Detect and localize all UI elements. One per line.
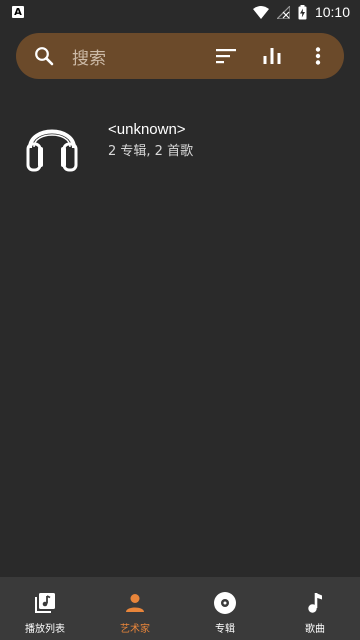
no-signal-icon — [276, 5, 290, 19]
nav-label-albums: 专辑 — [215, 624, 235, 635]
equalizer-icon[interactable] — [260, 44, 284, 68]
list-item[interactable]: <unknown> 2 专辑, 2 首歌 — [0, 108, 360, 174]
sort-icon[interactable] — [214, 44, 238, 68]
nav-label-artists: 艺术家 — [120, 624, 150, 635]
headphones-icon — [24, 114, 80, 172]
wifi-icon — [252, 5, 269, 19]
artist-meta: 2 专辑, 2 首歌 — [108, 144, 194, 159]
nav-item-playlists[interactable]: 播放列表 — [0, 577, 90, 640]
status-time: 10:10 — [314, 4, 350, 20]
nav-label-songs: 歌曲 — [305, 624, 325, 635]
artist-name: <unknown> — [108, 121, 186, 138]
nav-item-albums[interactable]: 专辑 — [180, 577, 270, 640]
search-input[interactable]: 搜索 — [72, 44, 106, 69]
playlist-icon — [33, 591, 57, 615]
screen: A 10:10 搜索 <unknown> 2 专辑, 2 首歌 播放列表 艺术家… — [0, 0, 360, 640]
a-icon: A — [12, 6, 24, 18]
status-bar: A 10:10 — [0, 0, 360, 24]
search-icon[interactable] — [33, 45, 55, 67]
bottom-nav: 播放列表 艺术家 专辑 歌曲 — [0, 577, 360, 640]
album-icon — [213, 591, 237, 615]
nav-item-songs[interactable]: 歌曲 — [270, 577, 360, 640]
more-vert-icon[interactable] — [306, 44, 330, 68]
person-icon — [123, 591, 147, 615]
search-bar[interactable]: 搜索 — [16, 33, 344, 79]
music-note-icon — [303, 591, 327, 615]
battery-charging-icon — [298, 4, 307, 20]
nav-label-playlists: 播放列表 — [25, 624, 65, 635]
nav-item-artists[interactable]: 艺术家 — [90, 577, 180, 640]
